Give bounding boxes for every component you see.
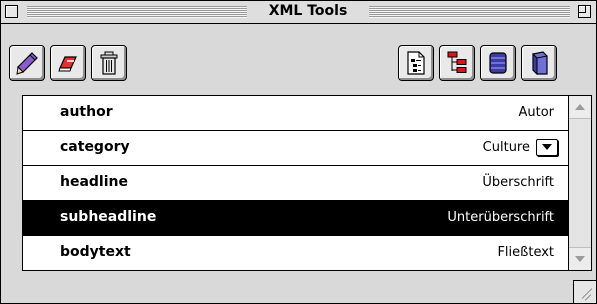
element-value: Autor — [518, 105, 554, 120]
eraser-button[interactable] — [50, 45, 86, 81]
zoom-box[interactable] — [578, 5, 591, 18]
trash-icon — [100, 51, 118, 75]
trash-button[interactable] — [91, 45, 127, 81]
list-row-category[interactable]: category Culture — [23, 131, 568, 166]
scroll-down-arrow-icon[interactable] — [569, 247, 591, 270]
element-value: Unterüberschrift — [447, 210, 554, 225]
close-box[interactable] — [5, 5, 18, 18]
element-value: Culture — [482, 140, 530, 155]
toolbar — [1, 24, 596, 92]
xml-tools-window: XML Tools author Autor category Culture … — [0, 0, 597, 304]
pencil-icon — [16, 52, 38, 75]
document-icon — [407, 51, 425, 75]
database-button[interactable] — [480, 45, 516, 81]
list-row-author[interactable]: author Autor — [23, 96, 568, 131]
database-icon — [489, 52, 507, 74]
tree-structure-button[interactable] — [439, 45, 475, 81]
element-rows: author Autor category Culture headline Ü… — [23, 96, 568, 270]
list-row-headline[interactable]: headline Überschrift — [23, 166, 568, 201]
element-name: category — [60, 139, 130, 155]
element-name: author — [60, 104, 113, 120]
category-popup-button[interactable] — [536, 139, 558, 156]
book-button[interactable] — [521, 45, 557, 81]
list-row-subheadline[interactable]: subheadline Unterüberschrift — [23, 201, 568, 236]
window-title: XML Tools — [247, 3, 369, 19]
scroll-up-arrow-icon[interactable] — [569, 96, 591, 119]
bottom-bar — [1, 271, 596, 303]
tree-structure-icon — [447, 51, 467, 73]
element-value: Überschrift — [482, 175, 554, 190]
title-bar-stripes — [369, 6, 570, 18]
element-value: Fließtext — [497, 245, 554, 260]
title-bar-stripes — [27, 6, 247, 18]
element-name: subheadline — [60, 209, 157, 225]
element-name: bodytext — [60, 244, 131, 260]
list-row-bodytext[interactable]: bodytext Fließtext — [23, 236, 568, 270]
vertical-scrollbar[interactable] — [568, 96, 591, 270]
pencil-button[interactable] — [9, 45, 45, 81]
element-list: author Autor category Culture headline Ü… — [22, 95, 592, 271]
resize-grip-icon[interactable] — [573, 280, 596, 303]
book-icon — [532, 51, 548, 76]
title-bar[interactable]: XML Tools — [1, 1, 596, 24]
element-name: headline — [60, 174, 128, 190]
eraser-icon — [58, 56, 77, 72]
document-button[interactable] — [398, 45, 434, 81]
